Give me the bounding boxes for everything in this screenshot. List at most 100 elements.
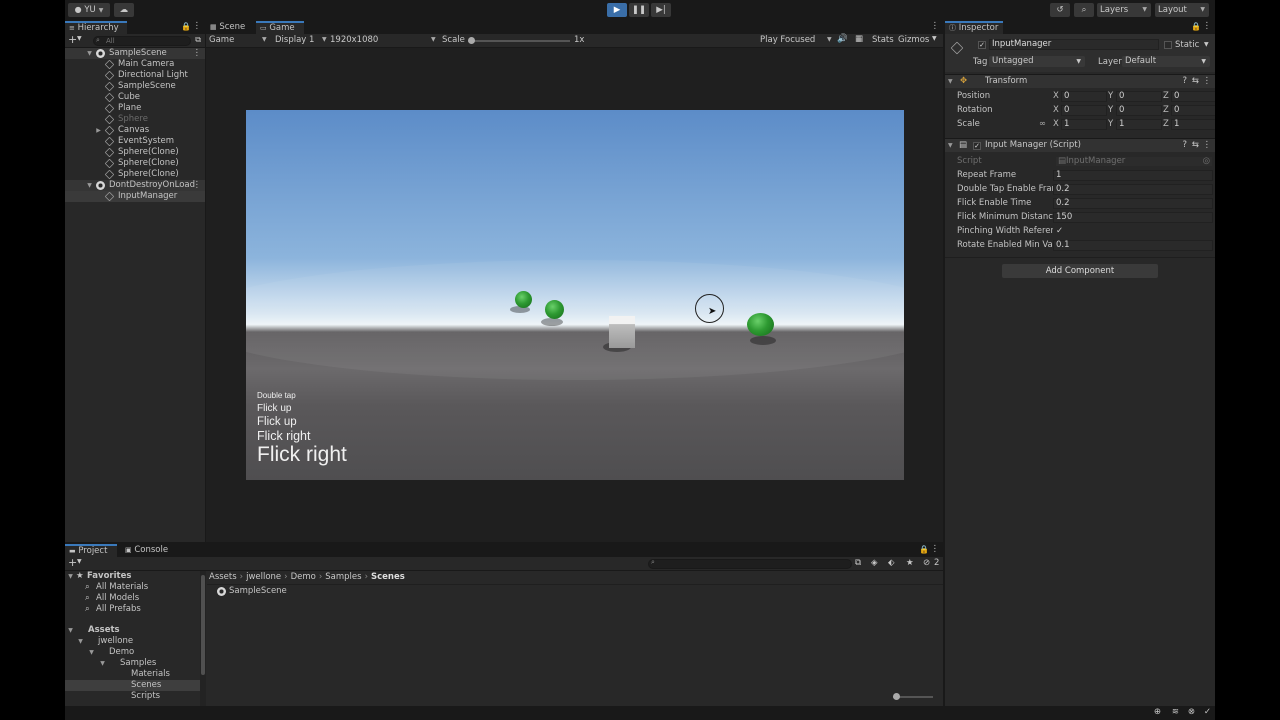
transform-z-field[interactable]: 1 xyxy=(1171,119,1215,130)
icon-size-slider[interactable] xyxy=(893,693,933,700)
stats-button[interactable]: Stats xyxy=(872,35,894,45)
play-focused-dropdown[interactable]: Play Focused ▼ xyxy=(760,35,832,45)
link-icon[interactable]: ∞ xyxy=(1039,118,1046,131)
hierarchy-item[interactable]: SampleScene xyxy=(65,81,205,92)
transform-x-field[interactable]: 1 xyxy=(1061,119,1107,130)
tab-scene[interactable]: ▦ Scene xyxy=(206,21,254,34)
auto-generate-lighting-icon[interactable]: ⊕ xyxy=(1154,707,1161,717)
script-field-input[interactable]: 150 xyxy=(1053,212,1213,223)
hierarchy-item[interactable]: Main Camera xyxy=(65,59,205,70)
layers-dropdown[interactable]: Layers ▼ xyxy=(1097,3,1151,17)
kebab-menu-icon[interactable]: ⋮ xyxy=(1203,139,1212,152)
hierarchy-item[interactable]: ▶ Canvas xyxy=(65,125,205,136)
project-search-input[interactable] xyxy=(648,559,852,569)
layer-dropdown[interactable]: Default ▼ xyxy=(1122,56,1210,67)
hidden-packages-icon[interactable]: ⊘ xyxy=(923,558,930,568)
search-by-type-icon[interactable]: ⧉ xyxy=(855,558,861,568)
assets-header[interactable]: ▼ Assets xyxy=(65,625,200,636)
resolution-dropdown[interactable]: 1920x1080 ▼ xyxy=(330,35,438,45)
filter-icon[interactable]: ⧉ xyxy=(195,35,201,45)
tab-game[interactable]: ▭ Game xyxy=(256,21,304,34)
lock-icon[interactable]: 🔒 xyxy=(919,545,929,554)
component-enabled-checkbox[interactable]: ✓ xyxy=(973,142,981,150)
hierarchy-item[interactable]: Sphere(Clone) xyxy=(65,147,205,158)
hierarchy-item[interactable]: Plane xyxy=(65,103,205,114)
transform-header[interactable]: ▼ ✥ Transform ? ⇆ ⋮ xyxy=(945,74,1215,88)
pause-button[interactable]: ❚❚ xyxy=(629,3,649,17)
kebab-menu-icon[interactable]: ⋮ xyxy=(1203,75,1212,88)
favorite-item[interactable]: ⌕ All Prefabs xyxy=(65,604,200,615)
hierarchy-item[interactable]: Sphere xyxy=(65,114,205,125)
transform-y-field[interactable]: 0 xyxy=(1116,105,1162,116)
breadcrumb-item[interactable]: Scenes xyxy=(371,572,405,582)
tag-icon[interactable]: ⬖ xyxy=(888,558,895,568)
chevron-down-icon[interactable]: ▼ xyxy=(1204,41,1209,48)
slider-handle[interactable] xyxy=(893,693,900,700)
kebab-menu-icon[interactable]: ⋮ xyxy=(931,21,940,31)
hierarchy-item[interactable]: InputManager xyxy=(65,191,205,202)
static-checkbox[interactable] xyxy=(1164,41,1172,49)
breadcrumb-item[interactable]: Demo xyxy=(291,572,316,582)
favorite-item[interactable]: ⌕ All Models xyxy=(65,593,200,604)
project-file[interactable]: SampleScene xyxy=(217,586,517,597)
kebab-menu-icon[interactable]: ⋮ xyxy=(193,21,202,31)
transform-z-field[interactable]: 0 xyxy=(1171,105,1215,116)
chevron-down-icon[interactable]: ▼ xyxy=(77,35,82,42)
transform-z-field[interactable]: 0 xyxy=(1171,91,1215,102)
tab-inspector[interactable]: ⓘ Inspector xyxy=(945,21,1003,34)
keyboard-icon[interactable]: ▦ xyxy=(855,34,863,44)
object-name-field[interactable]: InputManager xyxy=(989,39,1159,50)
hierarchy-search-input[interactable] xyxy=(93,36,191,46)
script-component-header[interactable]: ▼ ▤ ✓ Input Manager (Script) ? ⇆ ⋮ xyxy=(945,138,1215,152)
game-mode-dropdown[interactable]: Game ▼ xyxy=(209,35,269,45)
favorite-item[interactable]: ⌕ All Materials xyxy=(65,582,200,593)
folder-item[interactable]: ▼ Samples xyxy=(65,658,200,669)
help-icon[interactable]: ? xyxy=(1182,75,1187,88)
undo-history-button[interactable]: ↺ xyxy=(1050,3,1070,17)
scrollbar[interactable] xyxy=(200,571,206,706)
script-field-checkbox[interactable]: ✓ xyxy=(1053,226,1213,237)
kebab-menu-icon[interactable]: ⋮ xyxy=(931,544,940,554)
folder-item[interactable]: Materials xyxy=(65,669,200,680)
chevron-down-icon[interactable]: ▼ xyxy=(77,558,82,565)
transform-y-field[interactable]: 0 xyxy=(1116,91,1162,102)
chevron-down-icon[interactable]: ▼ xyxy=(85,180,94,191)
mute-audio-icon[interactable]: 🔊 xyxy=(837,34,848,44)
hierarchy-item[interactable]: Sphere(Clone) xyxy=(65,158,205,169)
search-by-label-icon[interactable]: ◈ xyxy=(871,558,878,568)
chevron-down-icon[interactable]: ▼ xyxy=(932,35,937,42)
script-field-input[interactable]: 0.1 xyxy=(1053,240,1213,251)
breadcrumb-item[interactable]: Assets xyxy=(209,572,237,582)
chevron-down-icon[interactable]: ▼ xyxy=(85,48,94,59)
kebab-menu-icon[interactable]: ⋮ xyxy=(193,180,202,191)
display-dropdown[interactable]: Display 1 ▼ xyxy=(275,35,327,45)
scale-slider[interactable] xyxy=(468,37,570,44)
account-dropdown[interactable]: ● YU ▼ xyxy=(68,3,110,17)
folder-item[interactable]: ▼ Demo xyxy=(65,647,200,658)
breadcrumb-item[interactable]: Samples xyxy=(325,572,361,582)
slider-handle[interactable] xyxy=(468,37,475,44)
folder-item[interactable]: Scenes xyxy=(65,680,200,691)
favorite-star-icon[interactable]: ★ xyxy=(906,558,914,568)
layout-dropdown[interactable]: Layout ▼ xyxy=(1155,3,1209,17)
hierarchy-item[interactable]: ▼ SampleScene ⋮ xyxy=(65,48,205,59)
tag-dropdown[interactable]: Untagged ▼ xyxy=(989,56,1085,67)
script-field-input[interactable]: 0.2 xyxy=(1053,184,1213,195)
hierarchy-item[interactable]: Directional Light xyxy=(65,70,205,81)
search-button[interactable]: ⌕ xyxy=(1074,3,1094,17)
game-render[interactable]: ➤ Double tap Flick up Flick up Flick rig… xyxy=(246,110,904,480)
cloud-button[interactable]: ☁ xyxy=(114,3,134,17)
check-circle-icon[interactable]: ✓ xyxy=(1204,707,1211,717)
chevron-right-icon[interactable]: ▶ xyxy=(94,125,103,136)
favorites-header[interactable]: ▼ ★ Favorites xyxy=(65,571,200,582)
transform-x-field[interactable]: 0 xyxy=(1061,105,1107,116)
active-checkbox[interactable]: ✓ xyxy=(978,41,986,49)
hierarchy-item[interactable]: Cube xyxy=(65,92,205,103)
lock-icon[interactable]: 🔒 xyxy=(1191,22,1201,31)
gizmos-button[interactable]: Gizmos xyxy=(898,35,929,45)
layers-stack-icon[interactable]: ≋ xyxy=(1172,707,1179,717)
preset-icon[interactable]: ⇆ xyxy=(1192,139,1199,152)
preset-icon[interactable]: ⇆ xyxy=(1192,75,1199,88)
add-icon[interactable]: + xyxy=(68,34,77,46)
transform-x-field[interactable]: 0 xyxy=(1061,91,1107,102)
